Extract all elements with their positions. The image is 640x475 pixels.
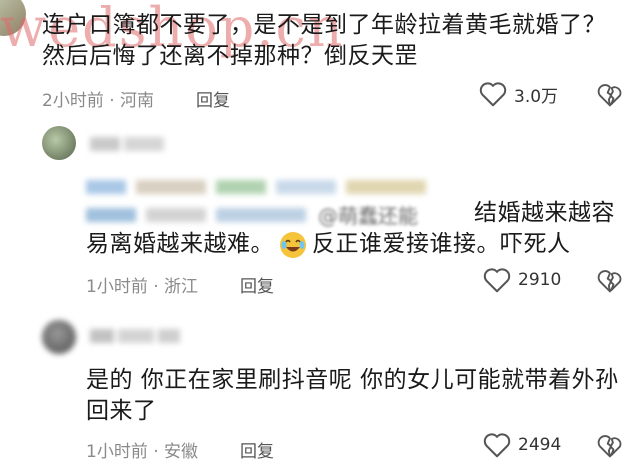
avatar-comment-2[interactable] xyxy=(42,126,76,160)
avatar-comment-3[interactable] xyxy=(42,320,76,354)
comment-text-line: 反正谁爱接谁接。吓死人 xyxy=(312,231,571,257)
comment-2-line2: 易离婚越来越难。 反正谁爱接谁接。吓死人 xyxy=(86,229,571,260)
like-button[interactable]: 2910 xyxy=(482,266,561,294)
username-redacted xyxy=(90,136,168,155)
comment-1-text: 连户口簿都不要了，是不是到了年龄拉着黄毛就婚了？ 然后后悔了还离不掉那种？倒反天… xyxy=(42,10,632,72)
like-button[interactable]: 3.0万 xyxy=(478,80,558,108)
comment-text-line: 是的 你正在家里刷抖音呢 你的女儿可能就带着外孙 xyxy=(86,367,619,393)
reply-button[interactable]: 回复 xyxy=(240,437,274,462)
comment-1-meta: 2小时前 · 河南 xyxy=(42,91,155,111)
heart-outline-icon xyxy=(483,268,511,293)
comment-text-line: 回来了 xyxy=(86,398,157,424)
like-count: 2910 xyxy=(518,270,562,290)
heart-outline-icon xyxy=(483,433,511,458)
broken-heart-icon[interactable] xyxy=(596,433,624,459)
reply-button[interactable]: 回复 xyxy=(196,86,230,111)
broken-heart-icon[interactable] xyxy=(596,82,624,108)
crying-laugh-emoji-icon xyxy=(280,231,306,258)
comment-2-meta: 1小时前 · 浙江 xyxy=(86,277,199,297)
comment-3-text: 是的 你正在家里刷抖音呢 你的女儿可能就带着外孙 回来了 xyxy=(86,365,626,427)
quoted-mention[interactable]: @萌蠢还能 xyxy=(318,200,418,229)
comment-3-meta: 1小时前 · 安徽 xyxy=(86,442,199,462)
comment-text-line: 易离婚越来越难。 xyxy=(86,231,274,257)
username-redacted xyxy=(90,328,184,347)
comment-text-line: 然后后悔了还离不掉那种？倒反天罡 xyxy=(42,43,418,69)
heart-outline-icon xyxy=(479,82,507,107)
like-button[interactable]: 2494 xyxy=(482,431,561,459)
like-count: 2494 xyxy=(518,435,562,455)
broken-heart-icon[interactable] xyxy=(596,268,624,294)
like-count: 3.0万 xyxy=(514,86,559,107)
comment-2-line1-tail: 结婚越来越容 xyxy=(474,200,615,226)
comment-text-line: 连户口簿都不要了，是不是到了年龄拉着黄毛就婚了？ xyxy=(42,12,606,38)
reply-button[interactable]: 回复 xyxy=(240,272,274,297)
